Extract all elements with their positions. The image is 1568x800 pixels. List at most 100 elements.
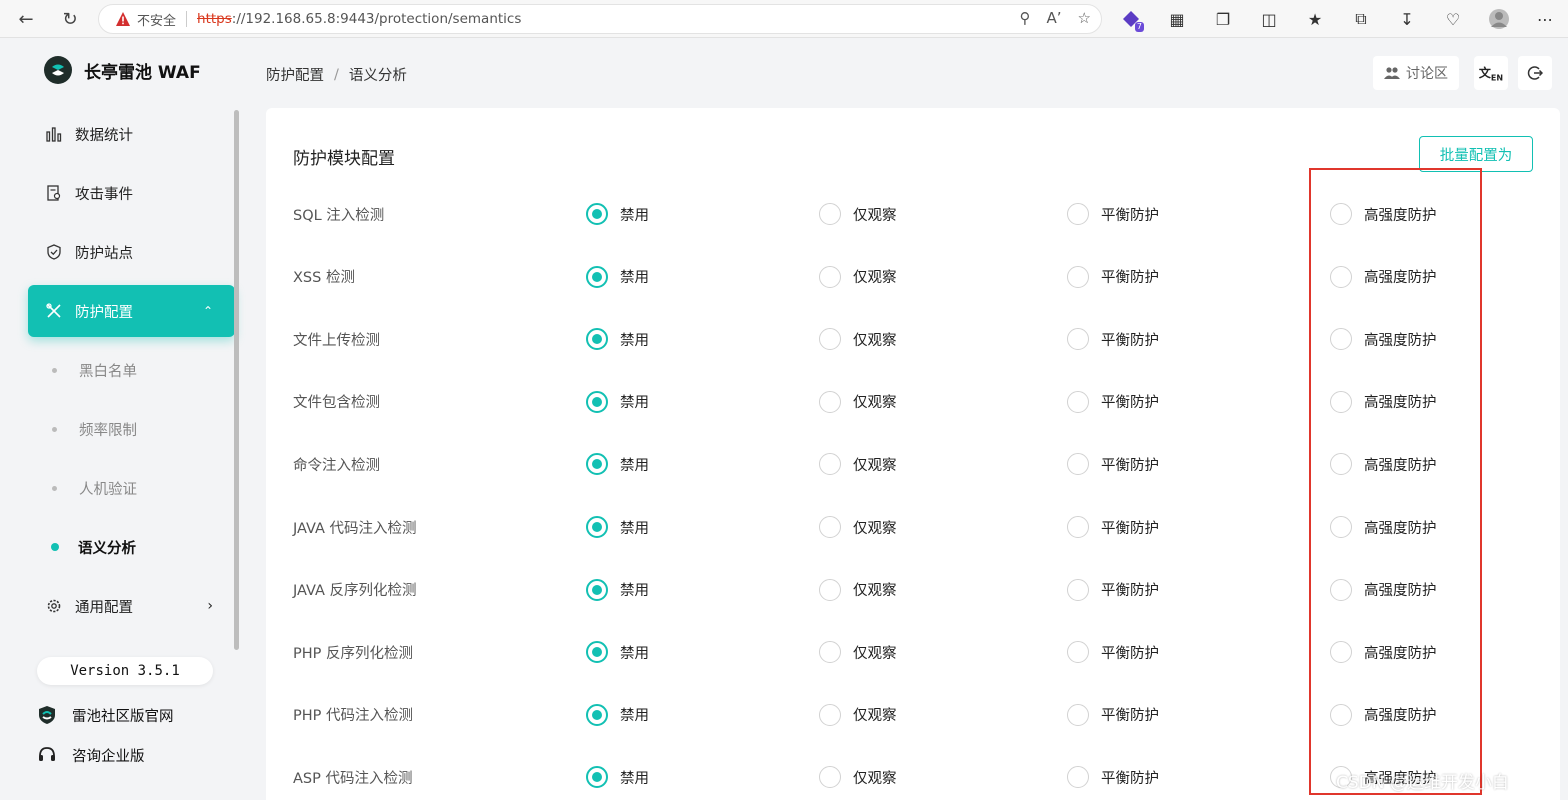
refresh-icon[interactable]: ↻ [56,6,84,32]
radio-option[interactable]: 禁用 [586,453,649,476]
radio-unchecked-icon[interactable] [1330,390,1352,413]
sidebar-subitem-rate-limit[interactable]: 频率限制 [28,403,235,455]
radio-option[interactable]: 平衡防护 [1067,453,1159,476]
radio-option[interactable]: 平衡防护 [1067,641,1159,664]
radio-unchecked-icon[interactable] [1330,578,1352,601]
discussion-button[interactable]: 讨论区 [1373,56,1459,90]
radio-unchecked-icon[interactable] [1330,453,1352,476]
radio-option[interactable]: 平衡防护 [1067,703,1159,726]
radio-option[interactable]: 仅观察 [819,578,897,601]
language-switch-button[interactable]: 文EN [1474,56,1508,90]
radio-option[interactable]: 仅观察 [819,203,897,225]
radio-unchecked-icon[interactable] [1330,203,1352,225]
radio-option[interactable]: 高强度防护 [1330,578,1437,601]
radio-checked-icon[interactable] [586,516,608,538]
radio-option[interactable]: 仅观察 [819,516,897,538]
radio-option[interactable]: 高强度防护 [1330,641,1437,664]
sidebar-item-protected-sites[interactable]: 防护站点 [28,226,235,278]
read-aloud-icon[interactable]: A’ [1047,9,1062,27]
collections-icon[interactable]: ⧉ [1348,6,1374,32]
radio-unchecked-icon[interactable] [819,641,841,664]
radio-option[interactable]: 禁用 [586,766,649,789]
zoom-icon[interactable]: ⚲ [1020,9,1031,27]
radio-option[interactable]: 平衡防护 [1067,328,1159,351]
radio-unchecked-icon[interactable] [819,203,841,225]
radio-unchecked-icon[interactable] [1330,703,1352,726]
url-text[interactable]: https://192.168.65.8:9443/protection/sem… [197,11,521,27]
sidebar-subitem-blacklist[interactable]: 黑白名单 [28,344,235,396]
radio-unchecked-icon[interactable] [1067,203,1089,225]
radio-option[interactable]: 平衡防护 [1067,390,1159,413]
favorites-icon[interactable]: ★ [1302,6,1328,32]
radio-option[interactable]: 仅观察 [819,766,897,789]
puzzle-icon[interactable]: ❐ [1210,6,1236,32]
radio-unchecked-icon[interactable] [819,265,841,288]
radio-option[interactable]: 禁用 [586,516,649,538]
radio-unchecked-icon[interactable] [1067,703,1089,726]
radio-unchecked-icon[interactable] [1067,265,1089,288]
radio-unchecked-icon[interactable] [1330,265,1352,288]
favorite-star-icon[interactable]: ☆ [1078,9,1091,27]
radio-option[interactable]: 仅观察 [819,453,897,476]
radio-option[interactable]: 仅观察 [819,390,897,413]
sidebar-subitem-semantics[interactable]: 语义分析 [28,521,235,573]
radio-unchecked-icon[interactable] [819,578,841,601]
radio-checked-icon[interactable] [586,703,608,726]
logout-button[interactable] [1518,56,1552,90]
app-logo[interactable]: 长亭雷池 WAF [44,56,201,84]
profile-avatar-icon[interactable] [1486,6,1512,32]
radio-checked-icon[interactable] [586,203,608,225]
radio-option[interactable]: 高强度防护 [1330,453,1437,476]
radio-unchecked-icon[interactable] [819,703,841,726]
radio-unchecked-icon[interactable] [1330,328,1352,351]
sidebar-item-attack-events[interactable]: 攻击事件 [28,167,235,219]
radio-option[interactable]: 高强度防护 [1330,265,1437,288]
radio-option[interactable]: 禁用 [586,703,649,726]
radio-unchecked-icon[interactable] [1067,390,1089,413]
radio-unchecked-icon[interactable] [1067,453,1089,476]
sidebar-item-protection-config[interactable]: 防护配置 ⌃ [28,285,235,337]
radio-unchecked-icon[interactable] [819,516,841,538]
radio-option[interactable]: 仅观察 [819,641,897,664]
radio-option[interactable]: 高强度防护 [1330,203,1437,225]
radio-checked-icon[interactable] [586,390,608,413]
radio-checked-icon[interactable] [586,453,608,476]
radio-unchecked-icon[interactable] [819,453,841,476]
breadcrumb-item[interactable]: 防护配置 [266,64,324,85]
radio-unchecked-icon[interactable] [1067,766,1089,789]
sidebar-item-general-config[interactable]: 通用配置 › [28,580,235,632]
radio-option[interactable]: 仅观察 [819,265,897,288]
radio-option[interactable]: 仅观察 [819,703,897,726]
back-icon[interactable]: ← [12,6,40,32]
radio-option[interactable]: 禁用 [586,641,649,664]
radio-unchecked-icon[interactable] [819,328,841,351]
community-site-link[interactable]: 雷池社区版官网 [36,704,174,726]
radio-option[interactable]: 平衡防护 [1067,766,1159,789]
radio-option[interactable]: 禁用 [586,265,649,288]
address-bar[interactable]: 不安全 https://192.168.65.8:9443/protection… [98,4,1102,34]
sidebar-item-statistics[interactable]: 数据统计 [28,108,235,160]
sidebar-scrollbar[interactable] [234,110,239,650]
radio-checked-icon[interactable] [586,578,608,601]
radio-option[interactable]: 禁用 [586,203,649,225]
radio-option[interactable]: 禁用 [586,390,649,413]
radio-option[interactable]: 平衡防护 [1067,265,1159,288]
radio-option[interactable]: 高强度防护 [1330,390,1437,413]
sidebar-subitem-captcha[interactable]: 人机验证 [28,462,235,514]
radio-unchecked-icon[interactable] [1330,516,1352,538]
radio-checked-icon[interactable] [586,641,608,664]
radio-unchecked-icon[interactable] [1067,516,1089,538]
radio-checked-icon[interactable] [586,766,608,789]
radio-option[interactable]: 高强度防护 [1330,516,1437,538]
radio-option[interactable]: 高强度防护 [1330,703,1437,726]
performance-icon[interactable]: ♡ [1440,6,1466,32]
radio-option[interactable]: 禁用 [586,578,649,601]
split-screen-icon[interactable]: ◫ [1256,6,1282,32]
radio-option[interactable]: 仅观察 [819,328,897,351]
radio-unchecked-icon[interactable] [819,390,841,413]
radio-checked-icon[interactable] [586,265,608,288]
radio-option[interactable]: 禁用 [586,328,649,351]
radio-option[interactable]: 平衡防护 [1067,578,1159,601]
qr-code-icon[interactable]: ▦ [1164,6,1190,32]
radio-unchecked-icon[interactable] [1330,641,1352,664]
